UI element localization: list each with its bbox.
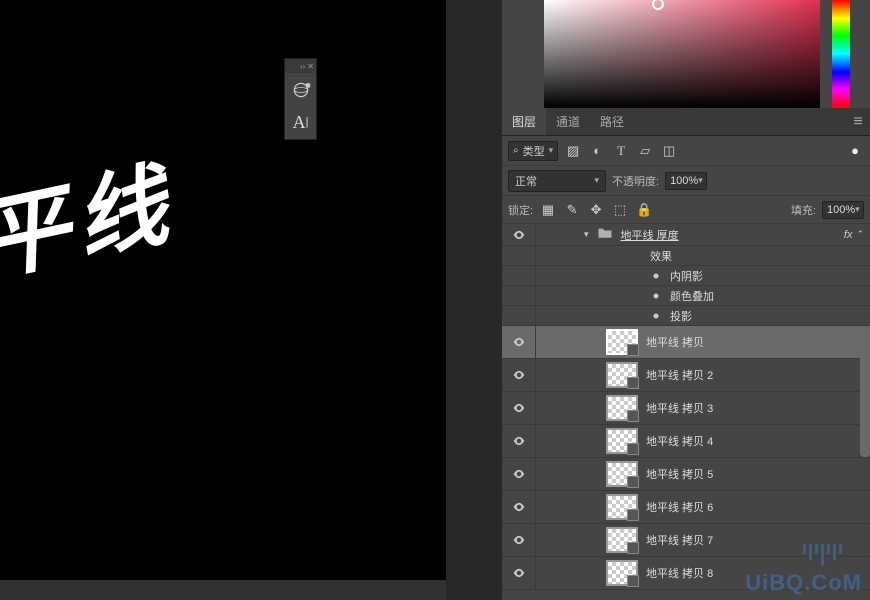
visibility-icon[interactable] — [512, 500, 526, 514]
layer-name[interactable]: 地平线 拷贝 7 — [646, 532, 713, 548]
folder-icon — [597, 226, 613, 244]
layer-item[interactable]: 地平线 拷贝 6 — [502, 491, 870, 524]
filter-kind-select[interactable]: ⌕ 类型 — [508, 141, 558, 161]
layer-thumb[interactable] — [606, 395, 638, 421]
layer-name[interactable]: 地平线 拷贝 6 — [646, 499, 713, 515]
visibility-icon[interactable] — [512, 228, 526, 242]
layer-thumb[interactable] — [606, 494, 638, 520]
tool-type-icon[interactable]: A| — [288, 109, 314, 135]
layer-thumb[interactable] — [606, 560, 638, 586]
tool-popup: ›› ✕ A| — [284, 58, 317, 140]
fx-toggle-icon[interactable]: ⌃ — [856, 229, 864, 240]
layer-thumb[interactable] — [606, 527, 638, 553]
layer-name[interactable]: 地平线 拷贝 5 — [646, 466, 713, 482]
filter-shape-icon[interactable]: ▱ — [636, 143, 654, 159]
layer-name[interactable]: 地平线 拷贝 2 — [646, 367, 713, 383]
lock-all-icon[interactable]: 🔒 — [635, 202, 653, 218]
visibility-icon[interactable] — [512, 467, 526, 481]
effect-visibility-icon[interactable] — [650, 310, 662, 322]
hue-strip[interactable] — [832, 0, 850, 108]
filter-pixel-icon[interactable]: ▨ — [564, 143, 582, 159]
layer-item[interactable]: 地平线 拷贝 4 — [502, 425, 870, 458]
fx-badge[interactable]: fx — [844, 229, 853, 241]
lock-transparency-icon[interactable]: ▦ — [539, 202, 557, 218]
lock-label: 锁定: — [508, 202, 533, 218]
watermark: UiBQ.CoM — [745, 570, 862, 596]
lock-position-icon[interactable]: ✥ — [587, 202, 605, 218]
layer-group[interactable]: ▾ 地平线 厚度 fx ⌃ — [502, 224, 870, 246]
color-field[interactable] — [544, 0, 820, 108]
panel-menu-icon[interactable]: ≡ — [846, 108, 870, 135]
layer-item[interactable]: 地平线 拷贝 2 — [502, 359, 870, 392]
tab-paths[interactable]: 路径 — [590, 108, 634, 135]
opacity-label: 不透明度: — [612, 173, 659, 189]
visibility-icon[interactable] — [512, 368, 526, 382]
canvas-text-main: 地平线 — [0, 131, 184, 319]
color-cursor[interactable] — [652, 0, 664, 10]
layer-name[interactable]: 地平线 拷贝 — [646, 334, 704, 350]
filter-type-icon[interactable]: T — [612, 143, 630, 159]
effect-visibility-icon[interactable] — [650, 270, 662, 282]
fill-label: 填充: — [791, 202, 816, 218]
layer-item[interactable]: 地平线 拷贝 3 — [502, 392, 870, 425]
layer-name[interactable]: 地平线 拷贝 3 — [646, 400, 713, 416]
layer-name[interactable]: 地平线 拷贝 4 — [646, 433, 713, 449]
lock-row: 锁定: ▦ ✎ ✥ ⬚ 🔒 填充: 100% — [502, 196, 870, 224]
layer-thumb[interactable] — [606, 428, 638, 454]
lock-artboard-icon[interactable]: ⬚ — [611, 202, 629, 218]
color-picker[interactable] — [502, 0, 870, 108]
effect-visibility-icon[interactable] — [650, 290, 662, 302]
right-panel: ⫶ 中 ☽ °， 简 ☺ ⚙ 图层 通道 路径 ≡ ⌕ 类型 ▨ ◐ T ▱ ◫… — [502, 0, 870, 600]
layers-scrollbar[interactable] — [860, 347, 870, 457]
layer-thumb[interactable] — [606, 362, 638, 388]
tab-layers[interactable]: 图层 — [502, 108, 546, 135]
layer-item[interactable]: 地平线 拷贝 — [502, 326, 870, 359]
layer-thumb[interactable] — [606, 461, 638, 487]
layer-name[interactable]: 地平线 拷贝 8 — [646, 565, 713, 581]
tab-channels[interactable]: 通道 — [546, 108, 590, 135]
lock-brush-icon[interactable]: ✎ — [563, 202, 581, 218]
blend-mode-select[interactable]: 正常 — [508, 170, 606, 192]
effect-color-overlay[interactable]: 颜色叠加 — [502, 286, 870, 306]
canvas-gutter — [446, 0, 502, 600]
popup-collapse-icon[interactable]: ›› — [300, 62, 305, 71]
watermark-bars — [803, 544, 842, 566]
blend-row: 正常 不透明度: 100% — [502, 166, 870, 196]
visibility-icon[interactable] — [512, 533, 526, 547]
group-toggle-icon[interactable]: ▾ — [584, 229, 589, 240]
opacity-input[interactable]: 100% — [665, 172, 707, 190]
effect-inner-shadow[interactable]: 内阴影 — [502, 266, 870, 286]
layer-filter-row: ⌕ 类型 ▨ ◐ T ▱ ◫ ● — [502, 136, 870, 166]
effect-drop-shadow[interactable]: 投影 — [502, 306, 870, 326]
layer-item[interactable]: 地平线 拷贝 5 — [502, 458, 870, 491]
search-icon: ⌕ — [513, 145, 519, 156]
panel-tabs: 图层 通道 路径 ≡ — [502, 108, 870, 136]
layer-thumb[interactable] — [606, 329, 638, 355]
popup-close-icon[interactable]: ✕ — [307, 62, 314, 71]
tool-3d-icon[interactable] — [288, 77, 314, 103]
filter-adjust-icon[interactable]: ◐ — [588, 143, 606, 158]
filter-toggle-icon[interactable]: ● — [846, 143, 864, 158]
group-name[interactable]: 地平线 厚度 — [621, 227, 679, 243]
filter-smart-icon[interactable]: ◫ — [660, 143, 678, 159]
visibility-icon[interactable] — [512, 401, 526, 415]
visibility-icon[interactable] — [512, 335, 526, 349]
visibility-icon[interactable] — [512, 566, 526, 580]
fill-input[interactable]: 100% — [822, 201, 864, 219]
canvas[interactable]: 线 地平线 ›› ✕ A| — [0, 0, 446, 580]
effects-header[interactable]: 效果 — [502, 246, 870, 266]
visibility-icon[interactable] — [512, 434, 526, 448]
